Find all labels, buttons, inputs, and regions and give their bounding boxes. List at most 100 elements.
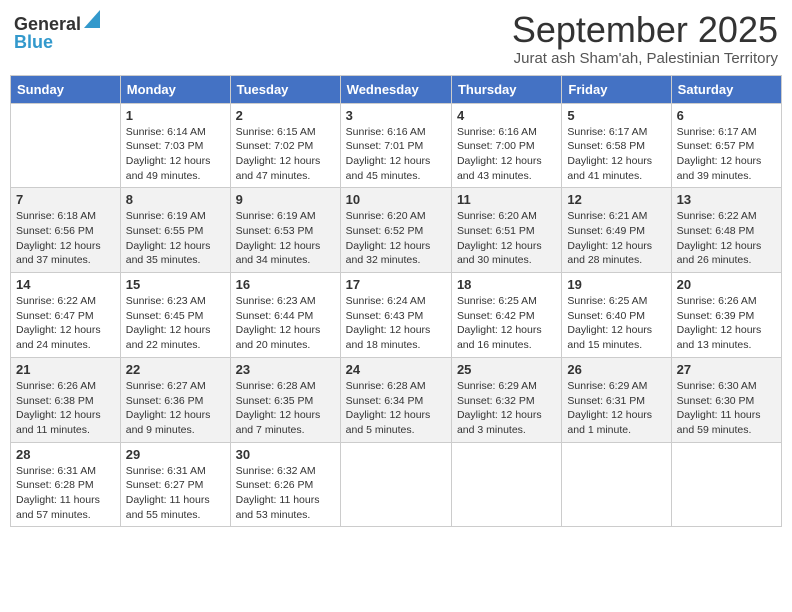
calendar-cell: 3 Sunrise: 6:16 AMSunset: 7:01 PMDaylight… — [340, 103, 451, 188]
calendar-week-row: 28 Sunrise: 6:31 AMSunset: 6:28 PMDayligh… — [11, 442, 782, 527]
calendar-table: SundayMondayTuesdayWednesdayThursdayFrid… — [10, 75, 782, 528]
calendar-cell — [671, 442, 781, 527]
calendar-cell: 12 Sunrise: 6:21 AMSunset: 6:49 PMDayligh… — [562, 188, 671, 273]
calendar-cell: 19 Sunrise: 6:25 AMSunset: 6:40 PMDayligh… — [562, 273, 671, 358]
day-info: Sunrise: 6:19 AMSunset: 6:53 PMDaylight:… — [236, 209, 335, 268]
calendar-cell: 13Sunrise: 6:22 AMSunset: 6:48 PMDayligh… — [671, 188, 781, 273]
day-number: 25 — [457, 362, 556, 377]
day-number: 2 — [236, 108, 335, 123]
day-number: 28 — [16, 447, 115, 462]
calendar-cell: 6 Sunrise: 6:17 AMSunset: 6:57 PMDaylight… — [671, 103, 781, 188]
day-number: 19 — [567, 277, 665, 292]
calendar-cell — [11, 103, 121, 188]
calendar-cell: 17 Sunrise: 6:24 AMSunset: 6:43 PMDayligh… — [340, 273, 451, 358]
day-info: Sunrise: 6:21 AMSunset: 6:49 PMDaylight:… — [567, 209, 665, 268]
month-title: September 2025 — [512, 10, 778, 50]
calendar-cell: 1Sunrise: 6:14 AMSunset: 7:03 PMDaylight… — [120, 103, 230, 188]
day-info: Sunrise: 6:18 AMSunset: 6:56 PMDaylight:… — [16, 209, 115, 268]
day-info: Sunrise: 6:15 AMSunset: 7:02 PMDaylight:… — [236, 125, 335, 184]
day-info: Sunrise: 6:29 AMSunset: 6:31 PMDaylight:… — [567, 379, 665, 438]
calendar-header-row: SundayMondayTuesdayWednesdayThursdayFrid… — [11, 75, 782, 103]
day-number: 8 — [126, 192, 225, 207]
day-info: Sunrise: 6:31 AMSunset: 6:27 PMDaylight:… — [126, 464, 225, 523]
day-number: 14 — [16, 277, 115, 292]
logo: General Blue — [14, 10, 100, 51]
day-number: 1 — [126, 108, 225, 123]
calendar-cell: 29 Sunrise: 6:31 AMSunset: 6:27 PMDayligh… — [120, 442, 230, 527]
calendar-cell: 22Sunrise: 6:27 AMSunset: 6:36 PMDayligh… — [120, 357, 230, 442]
calendar-week-row: 7 Sunrise: 6:18 AMSunset: 6:56 PMDaylight… — [11, 188, 782, 273]
day-info: Sunrise: 6:16 AMSunset: 7:00 PMDaylight:… — [457, 125, 556, 184]
day-number: 6 — [677, 108, 776, 123]
day-info: Sunrise: 6:22 AMSunset: 6:47 PMDaylight:… — [16, 294, 115, 353]
day-number: 22 — [126, 362, 225, 377]
day-number: 5 — [567, 108, 665, 123]
day-number: 15 — [126, 277, 225, 292]
day-info: Sunrise: 6:23 AMSunset: 6:44 PMDaylight:… — [236, 294, 335, 353]
calendar-cell: 9 Sunrise: 6:19 AMSunset: 6:53 PMDaylight… — [230, 188, 340, 273]
day-info: Sunrise: 6:16 AMSunset: 7:01 PMDaylight:… — [346, 125, 446, 184]
logo-triangle-icon — [84, 10, 100, 33]
day-info: Sunrise: 6:26 AMSunset: 6:38 PMDaylight:… — [16, 379, 115, 438]
day-info: Sunrise: 6:19 AMSunset: 6:55 PMDaylight:… — [126, 209, 225, 268]
day-number: 16 — [236, 277, 335, 292]
calendar-cell: 24Sunrise: 6:28 AMSunset: 6:34 PMDayligh… — [340, 357, 451, 442]
logo-general-text: General — [14, 15, 81, 33]
calendar-cell: 2 Sunrise: 6:15 AMSunset: 7:02 PMDaylight… — [230, 103, 340, 188]
day-info: Sunrise: 6:20 AMSunset: 6:51 PMDaylight:… — [457, 209, 556, 268]
calendar-cell: 30Sunrise: 6:32 AMSunset: 6:26 PMDayligh… — [230, 442, 340, 527]
calendar-cell — [340, 442, 451, 527]
day-info: Sunrise: 6:17 AMSunset: 6:58 PMDaylight:… — [567, 125, 665, 184]
calendar-cell: 11 Sunrise: 6:20 AMSunset: 6:51 PMDayligh… — [451, 188, 561, 273]
column-header-tuesday: Tuesday — [230, 75, 340, 103]
day-info: Sunrise: 6:31 AMSunset: 6:28 PMDaylight:… — [16, 464, 115, 523]
column-header-wednesday: Wednesday — [340, 75, 451, 103]
calendar-cell — [562, 442, 671, 527]
day-number: 20 — [677, 277, 776, 292]
day-number: 12 — [567, 192, 665, 207]
calendar-week-row: 21 Sunrise: 6:26 AMSunset: 6:38 PMDayligh… — [11, 357, 782, 442]
calendar-cell: 27Sunrise: 6:30 AMSunset: 6:30 PMDayligh… — [671, 357, 781, 442]
day-number: 24 — [346, 362, 446, 377]
day-number: 7 — [16, 192, 115, 207]
day-number: 4 — [457, 108, 556, 123]
logo-blue-text: Blue — [14, 33, 53, 51]
calendar-cell: 23 Sunrise: 6:28 AMSunset: 6:35 PMDayligh… — [230, 357, 340, 442]
calendar-cell: 26Sunrise: 6:29 AMSunset: 6:31 PMDayligh… — [562, 357, 671, 442]
calendar-cell: 21 Sunrise: 6:26 AMSunset: 6:38 PMDayligh… — [11, 357, 121, 442]
calendar-cell — [451, 442, 561, 527]
calendar-cell: 8 Sunrise: 6:19 AMSunset: 6:55 PMDaylight… — [120, 188, 230, 273]
day-number: 23 — [236, 362, 335, 377]
column-header-friday: Friday — [562, 75, 671, 103]
calendar-cell: 16 Sunrise: 6:23 AMSunset: 6:44 PMDayligh… — [230, 273, 340, 358]
calendar-cell: 5 Sunrise: 6:17 AMSunset: 6:58 PMDaylight… — [562, 103, 671, 188]
day-number: 3 — [346, 108, 446, 123]
day-number: 29 — [126, 447, 225, 462]
column-header-saturday: Saturday — [671, 75, 781, 103]
day-number: 18 — [457, 277, 556, 292]
day-number: 21 — [16, 362, 115, 377]
day-info: Sunrise: 6:23 AMSunset: 6:45 PMDaylight:… — [126, 294, 225, 353]
column-header-thursday: Thursday — [451, 75, 561, 103]
day-info: Sunrise: 6:25 AMSunset: 6:40 PMDaylight:… — [567, 294, 665, 353]
day-number: 17 — [346, 277, 446, 292]
day-number: 9 — [236, 192, 335, 207]
day-info: Sunrise: 6:28 AMSunset: 6:35 PMDaylight:… — [236, 379, 335, 438]
calendar-cell: 10 Sunrise: 6:20 AMSunset: 6:52 PMDayligh… — [340, 188, 451, 273]
day-number: 11 — [457, 192, 556, 207]
column-header-sunday: Sunday — [11, 75, 121, 103]
day-info: Sunrise: 6:20 AMSunset: 6:52 PMDaylight:… — [346, 209, 446, 268]
calendar-cell: 15 Sunrise: 6:23 AMSunset: 6:45 PMDayligh… — [120, 273, 230, 358]
day-number: 10 — [346, 192, 446, 207]
day-info: Sunrise: 6:22 AMSunset: 6:48 PMDaylight:… — [677, 209, 776, 268]
day-info: Sunrise: 6:26 AMSunset: 6:39 PMDaylight:… — [677, 294, 776, 353]
day-info: Sunrise: 6:17 AMSunset: 6:57 PMDaylight:… — [677, 125, 776, 184]
column-header-monday: Monday — [120, 75, 230, 103]
calendar-week-row: 14 Sunrise: 6:22 AMSunset: 6:47 PMDayligh… — [11, 273, 782, 358]
day-info: Sunrise: 6:24 AMSunset: 6:43 PMDaylight:… — [346, 294, 446, 353]
day-info: Sunrise: 6:32 AMSunset: 6:26 PMDaylight:… — [236, 464, 335, 523]
calendar-cell: 14 Sunrise: 6:22 AMSunset: 6:47 PMDayligh… — [11, 273, 121, 358]
calendar-cell: 7 Sunrise: 6:18 AMSunset: 6:56 PMDaylight… — [11, 188, 121, 273]
title-block: September 2025 Jurat ash Sham'ah, Palest… — [512, 10, 778, 67]
day-info: Sunrise: 6:29 AMSunset: 6:32 PMDaylight:… — [457, 379, 556, 438]
